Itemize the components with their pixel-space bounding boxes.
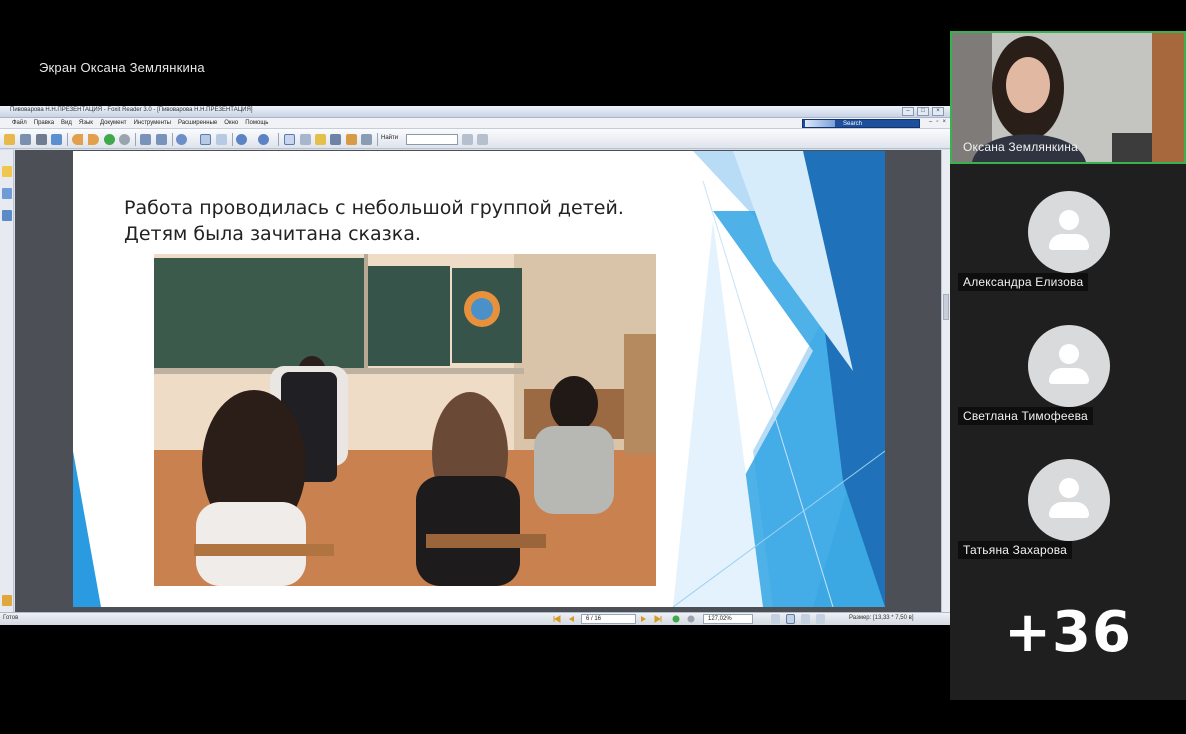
rotate-left-icon[interactable]: [140, 134, 151, 145]
minimize-icon[interactable]: –: [902, 107, 914, 116]
binoculars-icon[interactable]: [330, 134, 341, 145]
participants-panel: Оксана Землянкина Александра Елизова Све…: [950, 31, 1186, 700]
presentation-slide: Работа проводилась с небольшой группой д…: [73, 151, 885, 607]
play-icon[interactable]: [104, 134, 115, 145]
hand-tool-icon[interactable]: [284, 134, 295, 145]
search-label: Search: [843, 120, 863, 127]
layers-icon[interactable]: [2, 210, 12, 221]
participant-name: Александра Елизова: [958, 273, 1089, 291]
page-number-field[interactable]: 6 / 16: [581, 614, 636, 624]
play-status-icon[interactable]: [672, 615, 680, 623]
participant-tile-video[interactable]: Оксана Землянкина: [950, 31, 1186, 164]
first-page-icon[interactable]: [553, 615, 561, 623]
search-logo-icon: [805, 120, 835, 127]
participant-name: Оксана Землянкина: [963, 140, 1078, 154]
open-icon[interactable]: [4, 134, 15, 145]
zoom-icon[interactable]: [176, 134, 187, 145]
menu-edit[interactable]: Правка: [34, 120, 54, 126]
avatar: [1028, 191, 1110, 273]
find-label: Найти: [381, 135, 399, 141]
menu-document[interactable]: Документ: [100, 120, 127, 126]
find-previous-icon[interactable]: [462, 134, 473, 145]
participant-tile[interactable]: Александра Елизова: [950, 165, 1186, 299]
status-text: Готов: [3, 615, 19, 621]
snapshot-icon[interactable]: [361, 134, 372, 145]
previous-page-icon[interactable]: [567, 615, 575, 623]
slide-caption: Работа проводилась с небольшой группой д…: [124, 197, 624, 245]
avatar-body-icon: [1049, 368, 1089, 384]
select-text-icon[interactable]: [300, 134, 311, 145]
menu-language[interactable]: Язык: [79, 120, 93, 126]
participant-name: Светлана Тимофеева: [958, 407, 1093, 425]
last-page-icon[interactable]: [654, 615, 662, 623]
vertical-scrollbar[interactable]: [941, 150, 950, 612]
navigation-panel: [0, 150, 14, 612]
participant-tile[interactable]: Светлана Тимофеева: [950, 299, 1186, 433]
facing-page-icon[interactable]: [801, 614, 810, 624]
find-next-icon[interactable]: [477, 134, 488, 145]
menu-tools[interactable]: Инструменты: [134, 120, 171, 126]
bookmarks-icon[interactable]: [2, 166, 12, 177]
more-participants-count[interactable]: +36: [950, 600, 1186, 665]
status-bar: Готов 6 / 16 127,02% Размер: [13,33 * 7,…: [0, 612, 950, 625]
save-icon[interactable]: [20, 134, 31, 145]
stop-icon[interactable]: [119, 134, 130, 145]
fit-width-icon[interactable]: [216, 134, 227, 145]
menu-view[interactable]: Вид: [61, 120, 72, 126]
avatar-head-icon: [1059, 210, 1079, 230]
forward-icon[interactable]: [88, 134, 99, 145]
zoom-out-icon[interactable]: [236, 134, 247, 145]
participant-tile[interactable]: Татьяна Захарова: [950, 433, 1186, 567]
continuous-facing-icon[interactable]: [816, 614, 825, 624]
pages-icon[interactable]: [2, 188, 12, 199]
find-input[interactable]: [406, 134, 458, 145]
print-icon[interactable]: [36, 134, 47, 145]
scrollbar-thumb[interactable]: [943, 294, 949, 320]
close-icon[interactable]: ×: [932, 107, 944, 116]
menu-help[interactable]: Помощь: [245, 120, 268, 126]
zoom-in-icon[interactable]: [258, 134, 269, 145]
foxit-search-box[interactable]: Search: [802, 119, 920, 128]
cursor-icon[interactable]: [315, 134, 326, 145]
continuous-page-icon[interactable]: [786, 614, 795, 624]
avatar-body-icon: [1049, 234, 1089, 250]
menu-bar: Файл Правка Вид Язык Документ Инструмент…: [0, 118, 950, 129]
doc-close-icon[interactable]: ×: [942, 119, 946, 125]
avatar-head-icon: [1059, 344, 1079, 364]
classroom-photo-image: [154, 254, 656, 586]
app-titlebar: Пивоварова Н.Н.ПРЕЗЕНТАЦИЯ - Foxit Reade…: [0, 106, 950, 118]
attachments-icon[interactable]: [2, 595, 12, 606]
page-size-text: Размер: [13,33 * 7,50 в]: [849, 615, 914, 621]
menu-window[interactable]: Окно: [224, 120, 238, 126]
participant-name: Татьяна Захарова: [958, 541, 1073, 559]
doc-restore-icon[interactable]: ▫: [936, 119, 938, 125]
single-page-icon[interactable]: [771, 614, 780, 624]
menu-advanced[interactable]: Расширенные: [178, 120, 217, 126]
avatar: [1028, 325, 1110, 407]
zoom-field[interactable]: 127,02%: [703, 614, 753, 624]
doc-minimize-icon[interactable]: –: [929, 119, 932, 125]
menu-file[interactable]: Файл: [12, 120, 27, 126]
stop-status-icon[interactable]: [687, 615, 695, 623]
typewriter-icon[interactable]: [346, 134, 357, 145]
classroom-photo: [154, 254, 656, 586]
avatar-body-icon: [1049, 502, 1089, 518]
rotate-right-icon[interactable]: [156, 134, 167, 145]
fit-page-icon[interactable]: [200, 134, 211, 145]
back-icon[interactable]: [72, 134, 83, 145]
main-toolbar: Найти: [0, 129, 950, 149]
avatar: [1028, 459, 1110, 541]
screen-share-label: Экран Оксана Землянкина: [39, 60, 205, 75]
next-page-icon[interactable]: [640, 615, 648, 623]
app-title: Пивоварова Н.Н.ПРЕЗЕНТАЦИЯ - Foxit Reade…: [10, 107, 253, 113]
email-icon[interactable]: [51, 134, 62, 145]
avatar-head-icon: [1059, 478, 1079, 498]
maximize-icon[interactable]: □: [917, 107, 929, 116]
